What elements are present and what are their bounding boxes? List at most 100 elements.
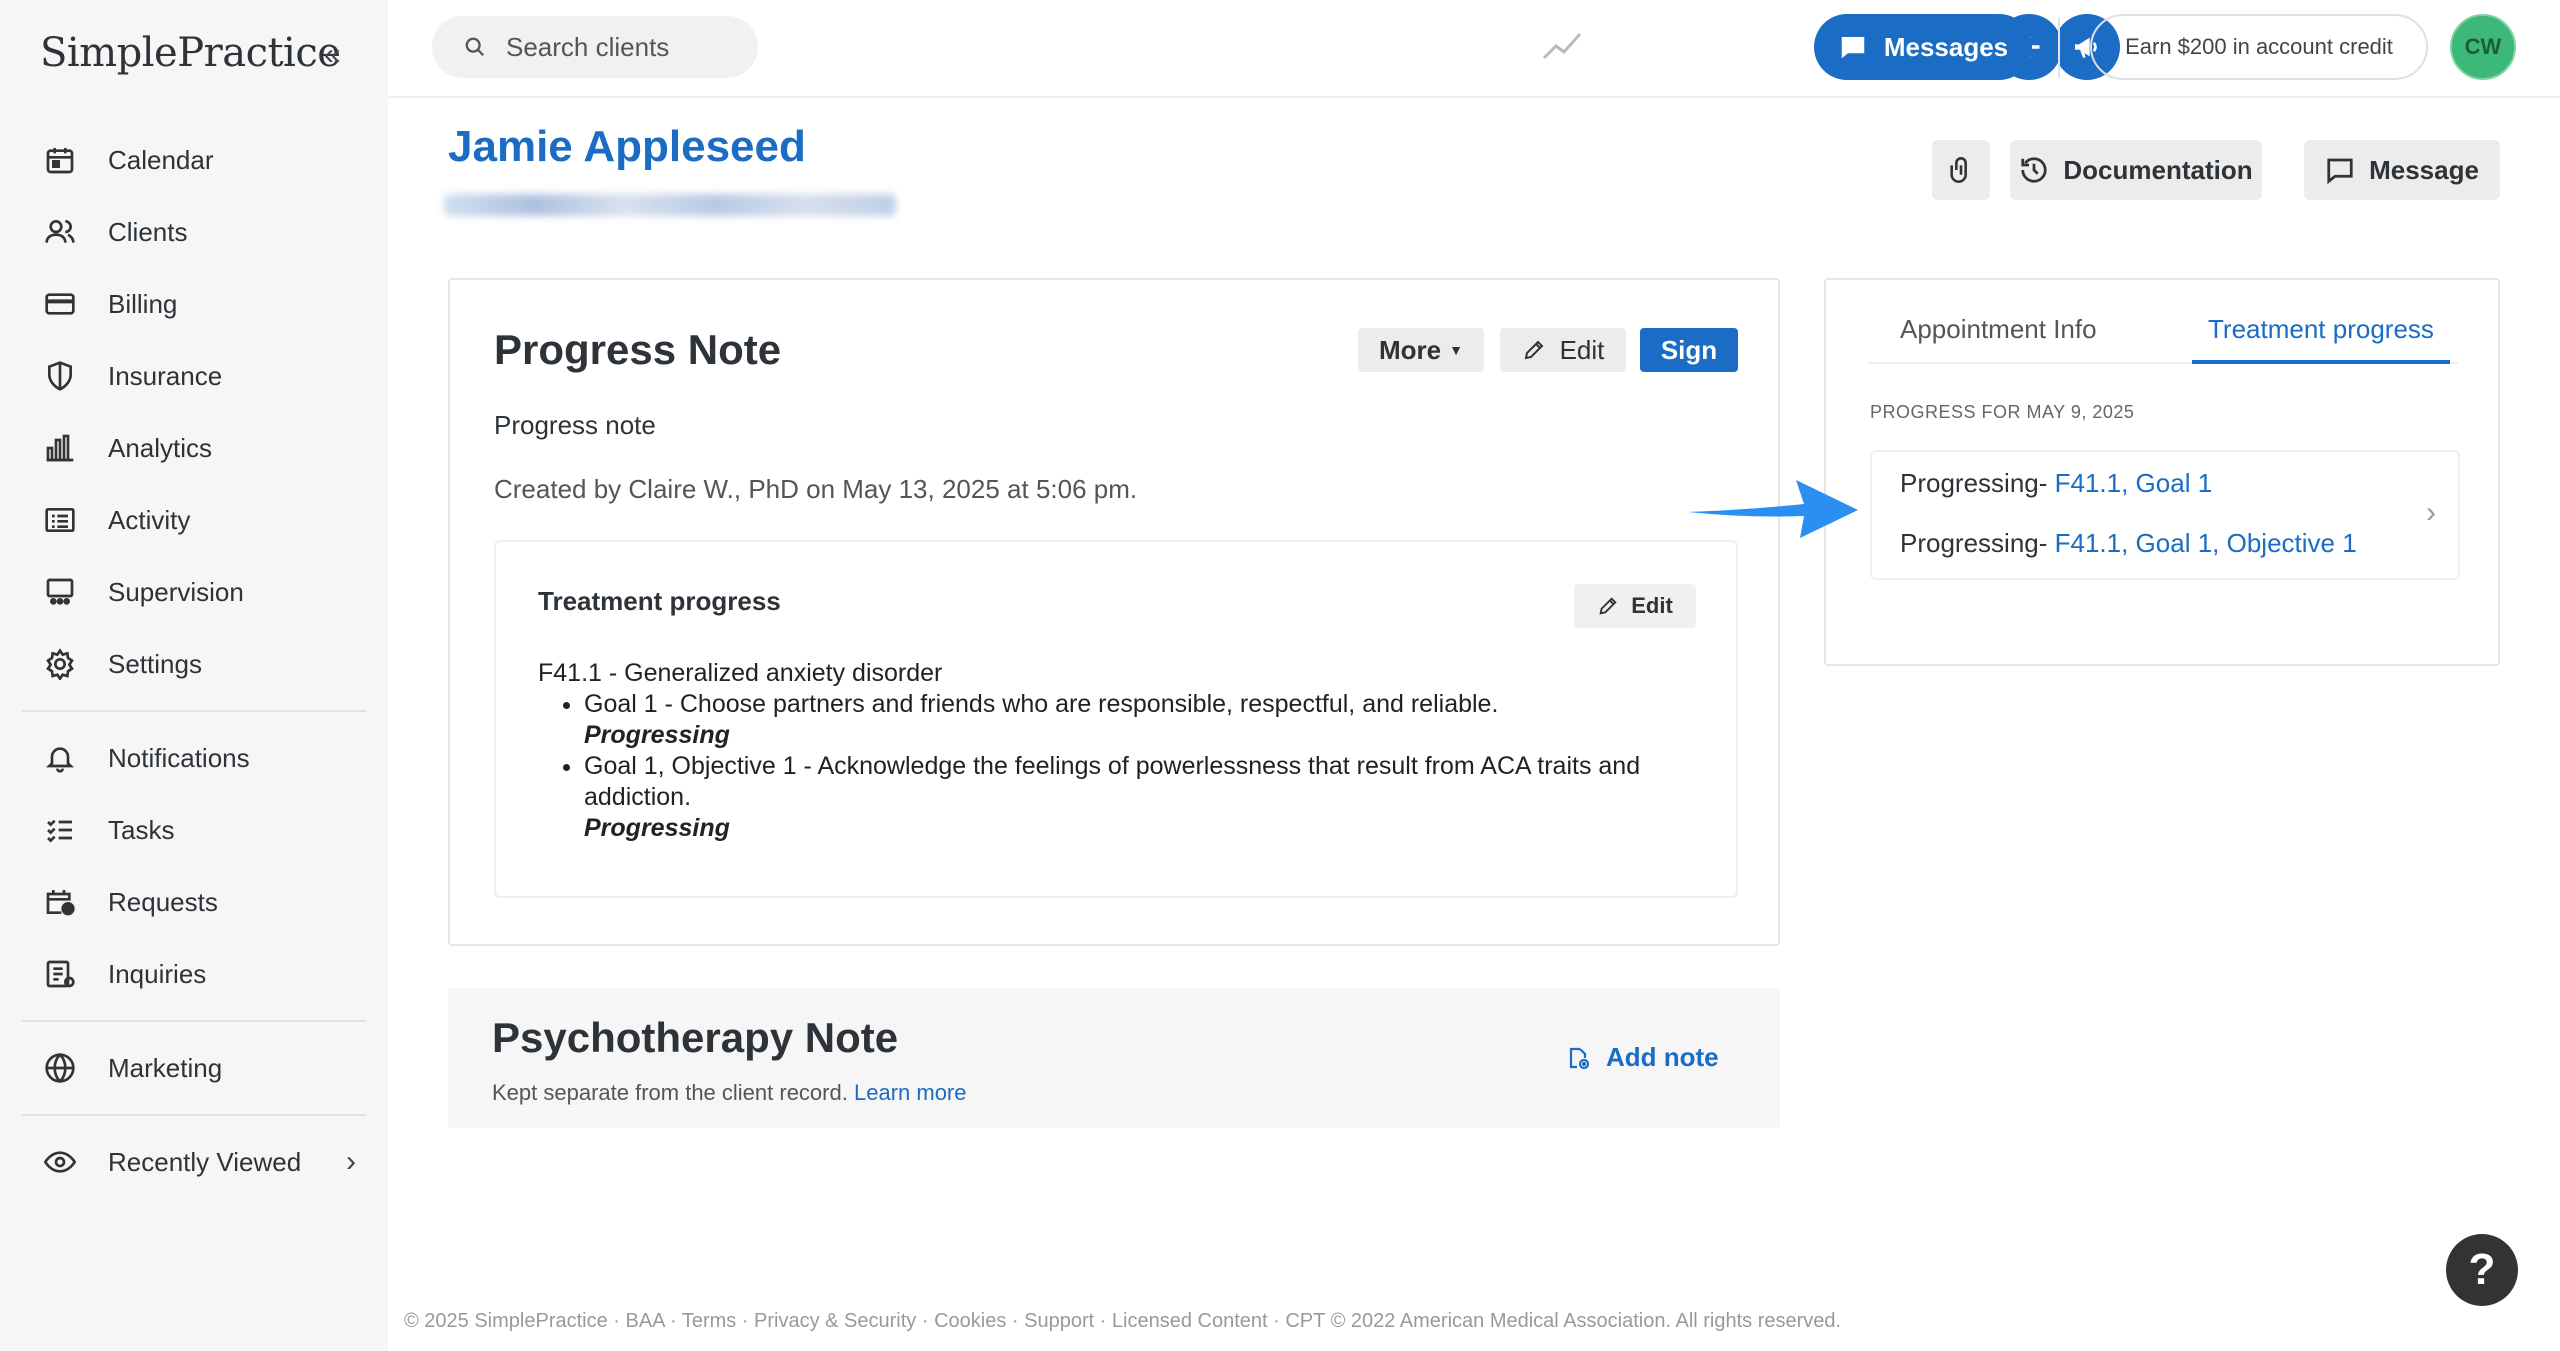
- trend-icon[interactable]: [1542, 30, 1582, 62]
- history-icon: [2021, 157, 2047, 183]
- list-icon: [42, 502, 78, 538]
- sidebar-item-label: Insurance: [108, 360, 223, 391]
- double-chevron-left-icon[interactable]: «: [324, 38, 341, 72]
- redacted-client-details: [444, 194, 896, 216]
- appointment-side-panel: Appointment Info Treatment progress PROG…: [1824, 278, 2500, 666]
- tasks-icon: [42, 812, 78, 848]
- sidebar-item-inquiries[interactable]: Inquiries: [22, 938, 366, 1010]
- tab-treatment-progress[interactable]: Treatment progress: [2192, 310, 2450, 364]
- sidebar-item-marketing[interactable]: Marketing: [22, 1032, 366, 1104]
- progress-status: Progressing-: [1900, 528, 2055, 558]
- list-item: Goal 1, Objective 1 - Acknowledge the fe…: [584, 751, 1708, 844]
- progress-goal-link[interactable]: F41.1, Goal 1, Objective 1: [2055, 528, 2357, 558]
- sidebar-item-label: Requests: [108, 886, 218, 917]
- sidebar-divider: [22, 1114, 366, 1116]
- topbar-divider: [2058, 18, 2060, 78]
- sidebar-item-requests[interactable]: Requests: [22, 866, 366, 938]
- progress-note-card: Progress Note More ▼ Edit Sign Progress …: [448, 278, 1780, 946]
- progress-goal-link[interactable]: F41.1, Goal 1: [2055, 468, 2213, 498]
- calendar-clock-icon: [42, 884, 78, 920]
- help-button[interactable]: ?: [2446, 1234, 2518, 1306]
- simplepractice-logo[interactable]: SimplePractice: [40, 30, 341, 76]
- messages-label: Messages: [1883, 31, 2009, 62]
- inquiries-icon: [42, 956, 78, 992]
- learn-more-link[interactable]: Learn more: [854, 1080, 967, 1105]
- sidebar-item-label: Clients: [108, 216, 188, 247]
- sidebar-item-activity[interactable]: Activity: [22, 484, 366, 556]
- goal-status: Progressing: [584, 721, 730, 749]
- globe-icon: [42, 1050, 78, 1086]
- sidebar-item-tasks[interactable]: Tasks: [22, 794, 366, 866]
- main-nav: Calendar Clients Billing Insurance Analy…: [22, 124, 366, 1198]
- sidebar-item-recently-viewed[interactable]: Recently Viewed ›: [22, 1126, 366, 1198]
- message-button[interactable]: Message: [2304, 140, 2500, 200]
- eye-icon: [42, 1144, 78, 1180]
- footer-links[interactable]: © 2025 SimplePractice · BAA · Terms · Pr…: [404, 1310, 1841, 1333]
- progress-date-label: PROGRESS FOR MAY 9, 2025: [1870, 402, 2135, 422]
- progress-summary[interactable]: Progressing- F41.1, Goal 1 Progressing- …: [1870, 450, 2460, 580]
- created-by: Created by Claire W., PhD on May 13, 202…: [494, 474, 1138, 504]
- sidebar-item-label: Recently Viewed: [108, 1146, 302, 1177]
- client-name[interactable]: Jamie Appleseed: [448, 122, 806, 172]
- edit-label: Edit: [1631, 593, 1673, 618]
- sidebar-item-label: Settings: [108, 648, 202, 679]
- treatment-edit-button[interactable]: Edit: [1574, 584, 1696, 628]
- pencil-icon: [1524, 340, 1544, 360]
- progress-note-title: Progress Note: [494, 326, 782, 373]
- sidebar-item-notifications[interactable]: Notifications: [22, 722, 366, 794]
- sidebar-item-analytics[interactable]: Analytics: [22, 412, 366, 484]
- add-note-button[interactable]: Add note: [1566, 1042, 1719, 1073]
- earn-credit-button[interactable]: Earn $200 in account credit: [2090, 14, 2428, 80]
- goal-text: Goal 1, Objective 1 - Acknowledge the fe…: [584, 752, 1641, 811]
- list-item: Goal 1 - Choose partners and friends who…: [584, 689, 1708, 751]
- add-document-icon: [1569, 1047, 1590, 1069]
- messages-button[interactable]: Messages: [1814, 14, 2032, 80]
- sidebar-item-insurance[interactable]: Insurance: [22, 340, 366, 412]
- chat-icon: [1841, 37, 1865, 59]
- sidebar-item-label: Notifications: [108, 742, 250, 773]
- chevron-right-icon: ›: [346, 1145, 356, 1178]
- attachment-button[interactable]: [1932, 140, 1990, 200]
- gear-icon: [42, 646, 78, 682]
- pencil-icon: [1599, 597, 1617, 615]
- psychotherapy-note-subtitle: Kept separate from the client record. Le…: [492, 1080, 967, 1106]
- credit-card-icon: [42, 286, 78, 322]
- search-input[interactable]: Search clients: [432, 16, 758, 78]
- top-bar: Search clients Messages Earn $200 in acc…: [388, 0, 2560, 98]
- sidebar-item-label: Billing: [108, 288, 178, 319]
- more-dropdown-button[interactable]: More ▼: [1358, 328, 1484, 372]
- sidebar-item-settings[interactable]: Settings: [22, 628, 366, 700]
- search-icon: [465, 37, 485, 57]
- message-label: Message: [2369, 154, 2479, 185]
- avatar[interactable]: CW: [2450, 14, 2516, 80]
- paperclip-icon: [1950, 157, 1967, 183]
- documentation-label: Documentation: [2063, 154, 2253, 185]
- sign-button[interactable]: Sign: [1640, 328, 1738, 372]
- psychotherapy-subtitle-text: Kept separate from the client record.: [492, 1080, 848, 1105]
- panel-tabs: Appointment Info Treatment progress: [1868, 310, 2458, 364]
- sidebar-item-supervision[interactable]: Supervision: [22, 556, 366, 628]
- treatment-progress-title: Treatment progress: [538, 586, 781, 616]
- add-note-label: Add note: [1606, 1042, 1719, 1072]
- note-type: Progress note: [494, 410, 656, 440]
- edit-label: Edit: [1559, 334, 1605, 365]
- progress-line: Progressing- F41.1, Goal 1: [1900, 468, 2212, 499]
- supervision-icon: [42, 574, 78, 610]
- psychotherapy-note-title: Psychotherapy Note: [492, 1014, 899, 1061]
- psychotherapy-note-card: Psychotherapy Note Kept separate from th…: [448, 988, 1780, 1128]
- progress-status: Progressing-: [1900, 468, 2055, 498]
- sidebar-item-billing[interactable]: Billing: [22, 268, 366, 340]
- sidebar-item-label: Marketing: [108, 1052, 223, 1083]
- sidebar-item-label: Tasks: [108, 814, 175, 845]
- edit-button[interactable]: Edit: [1500, 328, 1626, 372]
- sidebar-item-clients[interactable]: Clients: [22, 196, 366, 268]
- caret-down-icon: ▼: [1449, 342, 1463, 358]
- documentation-button[interactable]: Documentation: [2010, 140, 2262, 200]
- sidebar-item-label: Calendar: [108, 144, 214, 175]
- users-icon: [42, 214, 78, 250]
- sidebar-item-label: Analytics: [108, 432, 213, 463]
- bar-chart-icon: [42, 430, 78, 466]
- chevron-right-icon: ›: [2426, 496, 2436, 529]
- tab-appointment-info[interactable]: Appointment Info: [1900, 310, 2097, 364]
- sidebar-item-calendar[interactable]: Calendar: [22, 124, 366, 196]
